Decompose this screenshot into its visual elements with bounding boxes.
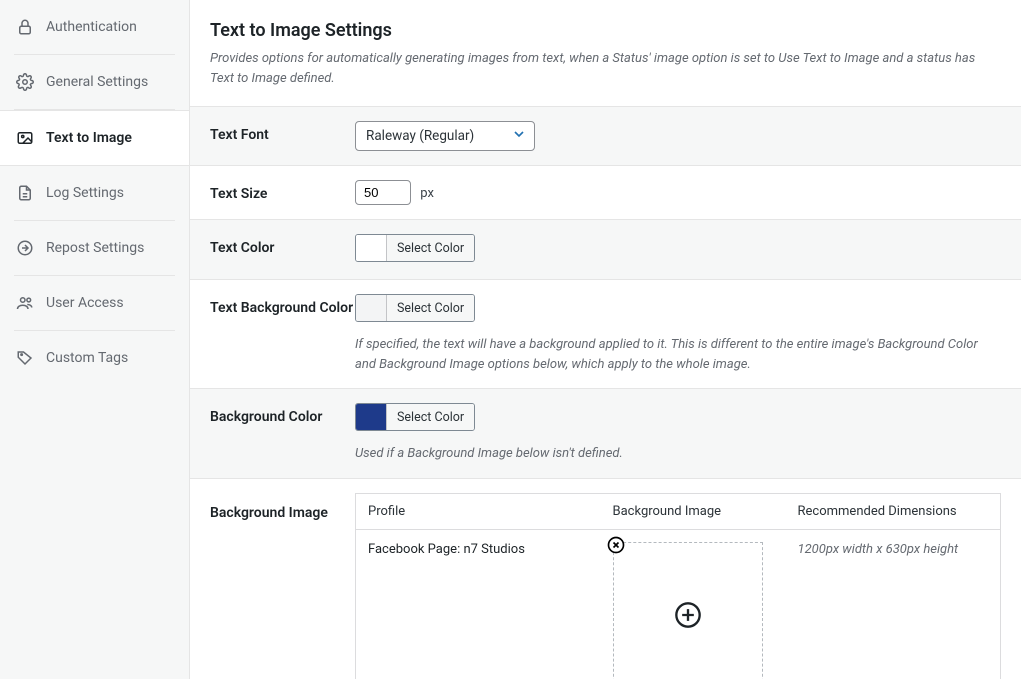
page-description: Provides options for automatically gener…	[210, 49, 1001, 88]
bg-image-table: Profile Background Image Recommended Dim…	[355, 493, 1001, 679]
color-swatch	[356, 404, 386, 430]
sidebar-item-user-access[interactable]: User Access	[14, 276, 175, 331]
row-text-size: Text Size px	[190, 166, 1021, 220]
row-text-font: Text Font Raleway (Regular)	[190, 107, 1021, 166]
sidebar-item-label: User Access	[46, 295, 124, 311]
select-color-label: Select Color	[386, 404, 474, 430]
sidebar-item-repost[interactable]: Repost Settings	[14, 221, 175, 276]
row-bg-color: Background Color Select Color Used if a …	[190, 389, 1021, 479]
sidebar-item-text-to-image[interactable]: Text to Image	[0, 110, 189, 166]
color-swatch	[356, 295, 386, 321]
label-bg-image: Background Image	[210, 493, 355, 524]
sidebar-item-label: Custom Tags	[46, 350, 128, 366]
table-row: Facebook Page: n7 Studios	[356, 529, 1001, 679]
text-size-unit: px	[420, 186, 434, 201]
gear-icon	[16, 73, 34, 91]
row-text-bg-color: Text Background Color Select Color If sp…	[190, 280, 1021, 389]
tag-icon	[16, 349, 34, 367]
main-content: Text to Image Settings Provides options …	[190, 0, 1021, 679]
bg-color-picker[interactable]: Select Color	[355, 403, 475, 431]
text-bg-color-help: If specified, the text will have a backg…	[355, 335, 1001, 374]
image-icon	[16, 129, 34, 147]
row-text-color: Text Color Select Color	[190, 220, 1021, 280]
label-text-bg-color: Text Background Color	[210, 294, 355, 319]
text-size-input[interactable]	[355, 180, 411, 205]
label-text-size: Text Size	[210, 180, 355, 205]
sidebar-item-label: Repost Settings	[46, 240, 144, 256]
select-color-label: Select Color	[386, 235, 474, 261]
page-header: Text to Image Settings Provides options …	[190, 0, 1021, 107]
settings-sidebar: Authentication General Settings Text to …	[0, 0, 190, 679]
sidebar-item-log[interactable]: Log Settings	[14, 166, 175, 221]
label-bg-color: Background Color	[210, 403, 355, 428]
cell-profile: Facebook Page: n7 Studios	[356, 529, 601, 679]
col-profile: Profile	[356, 493, 601, 529]
sidebar-item-label: General Settings	[46, 74, 148, 90]
col-dimensions: Recommended Dimensions	[786, 493, 1001, 529]
page-title: Text to Image Settings	[210, 20, 1001, 41]
label-text-font: Text Font	[210, 121, 355, 146]
sidebar-item-general[interactable]: General Settings	[14, 55, 175, 110]
remove-image-button[interactable]	[606, 535, 626, 555]
sidebar-item-authentication[interactable]: Authentication	[14, 0, 175, 55]
row-bg-image: Background Image Profile Background Imag…	[190, 479, 1021, 679]
text-color-picker[interactable]: Select Color	[355, 234, 475, 262]
sidebar-item-label: Text to Image	[46, 130, 132, 146]
col-image: Background Image	[601, 493, 786, 529]
text-bg-color-picker[interactable]: Select Color	[355, 294, 475, 322]
text-font-select[interactable]: Raleway (Regular)	[355, 121, 535, 151]
label-text-color: Text Color	[210, 234, 355, 259]
document-icon	[16, 184, 34, 202]
refresh-icon	[16, 239, 34, 257]
users-icon	[16, 294, 34, 312]
bg-color-help: Used if a Background Image below isn't d…	[355, 444, 1001, 464]
upload-image-box[interactable]	[613, 542, 763, 679]
sidebar-item-label: Authentication	[46, 19, 137, 35]
color-swatch	[356, 235, 386, 261]
plus-icon	[674, 601, 702, 633]
cell-dimensions: 1200px width x 630px height	[786, 529, 1001, 679]
sidebar-item-label: Log Settings	[46, 185, 124, 201]
select-color-label: Select Color	[386, 295, 474, 321]
lock-icon	[16, 18, 34, 36]
sidebar-item-custom-tags[interactable]: Custom Tags	[14, 331, 175, 385]
